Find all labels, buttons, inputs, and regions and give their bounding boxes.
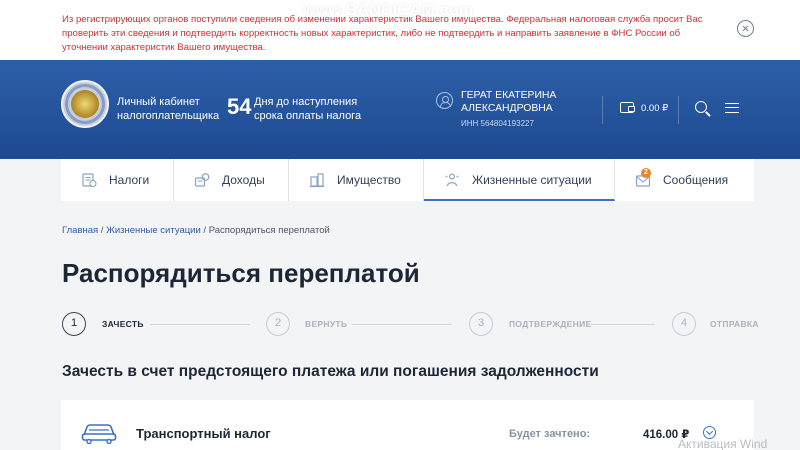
tab-life-situations[interactable]: Жизненные ситуации (424, 159, 615, 201)
step-3-label[interactable]: ПОДТВЕРЖДЕНИЕ (509, 319, 591, 329)
search-icon[interactable] (695, 101, 707, 113)
tab-property[interactable]: Имущество (289, 159, 424, 201)
income-icon (194, 173, 210, 187)
cabinet-title[interactable]: Личный кабинет налогоплательщика (117, 95, 227, 123)
breadcrumb-separator: / (200, 225, 209, 236)
step-2-label[interactable]: ВЕРНУТЬ (305, 319, 347, 329)
step-connector (352, 324, 452, 325)
user-icon[interactable] (436, 92, 453, 109)
car-icon (81, 424, 117, 444)
header-divider (678, 96, 679, 124)
breadcrumb-separator: / (98, 225, 107, 236)
step-4-number[interactable]: 4 (672, 312, 696, 336)
section-subtitle: Зачесть в счет предстоящего платежа или … (62, 363, 599, 380)
site-header: Личный кабинет налогоплательщика 54 Дня … (0, 60, 800, 159)
wallet-icon[interactable] (620, 102, 635, 113)
tax-card[interactable] (61, 400, 754, 450)
breadcrumb: Главная / Жизненные ситуации / Распоряди… (62, 225, 330, 236)
breadcrumb-home[interactable]: Главная (62, 225, 98, 236)
tab-label: Налоги (109, 173, 150, 187)
tax-name: Транспортный налог (136, 426, 271, 441)
step-1-number[interactable]: 1 (62, 312, 86, 336)
tab-label: Имущество (337, 173, 401, 187)
tab-label: Жизненные ситуации (472, 173, 592, 187)
windows-activation-watermark: Активация Wind (678, 437, 768, 450)
tab-taxes[interactable]: Налоги (61, 159, 174, 201)
tab-label: Доходы (222, 173, 265, 187)
fns-emblem-icon[interactable] (61, 80, 109, 128)
balance-amount[interactable]: 0.00 ₽ (641, 103, 668, 114)
tab-label: Сообщения (663, 173, 729, 187)
days-until-payment-text: Дня до наступления срока оплаты налога (254, 96, 362, 122)
property-icon (310, 173, 324, 188)
breadcrumb-current: Распорядиться переплатой (208, 225, 330, 236)
main-nav-tabs: Налоги Доходы Имущество Жизненные ситуац… (61, 159, 754, 201)
user-inn: ИНН 564804193227 (461, 119, 534, 128)
step-4-label[interactable]: ОТПРАВКА (710, 319, 759, 329)
days-count: 54 (227, 94, 252, 119)
header-divider (602, 96, 603, 124)
close-icon[interactable] (737, 20, 754, 37)
bandicam-watermark: www.BANDICAM.com (303, 2, 474, 19)
tab-income[interactable]: Доходы (174, 159, 289, 201)
taxes-icon (82, 173, 97, 188)
step-2-number[interactable]: 2 (266, 312, 290, 336)
menu-icon[interactable] (725, 103, 739, 113)
tab-messages[interactable]: 2 Сообщения (615, 159, 754, 201)
step-connector (150, 324, 250, 325)
life-situations-icon (445, 173, 459, 187)
step-connector (591, 324, 655, 325)
step-3-number[interactable]: 3 (469, 312, 493, 336)
messages-badge: 2 (641, 168, 651, 178)
page-title: Распорядиться переплатой (62, 258, 420, 288)
user-name[interactable]: ГЕРАТ ЕКАТЕРИНА АЛЕКСАНДРОВНА (461, 89, 571, 115)
credit-label: Будет зачтено: (509, 428, 591, 440)
step-1-label[interactable]: ЗАЧЕСТЬ (102, 319, 144, 329)
breadcrumb-section[interactable]: Жизненные ситуации (106, 225, 201, 236)
